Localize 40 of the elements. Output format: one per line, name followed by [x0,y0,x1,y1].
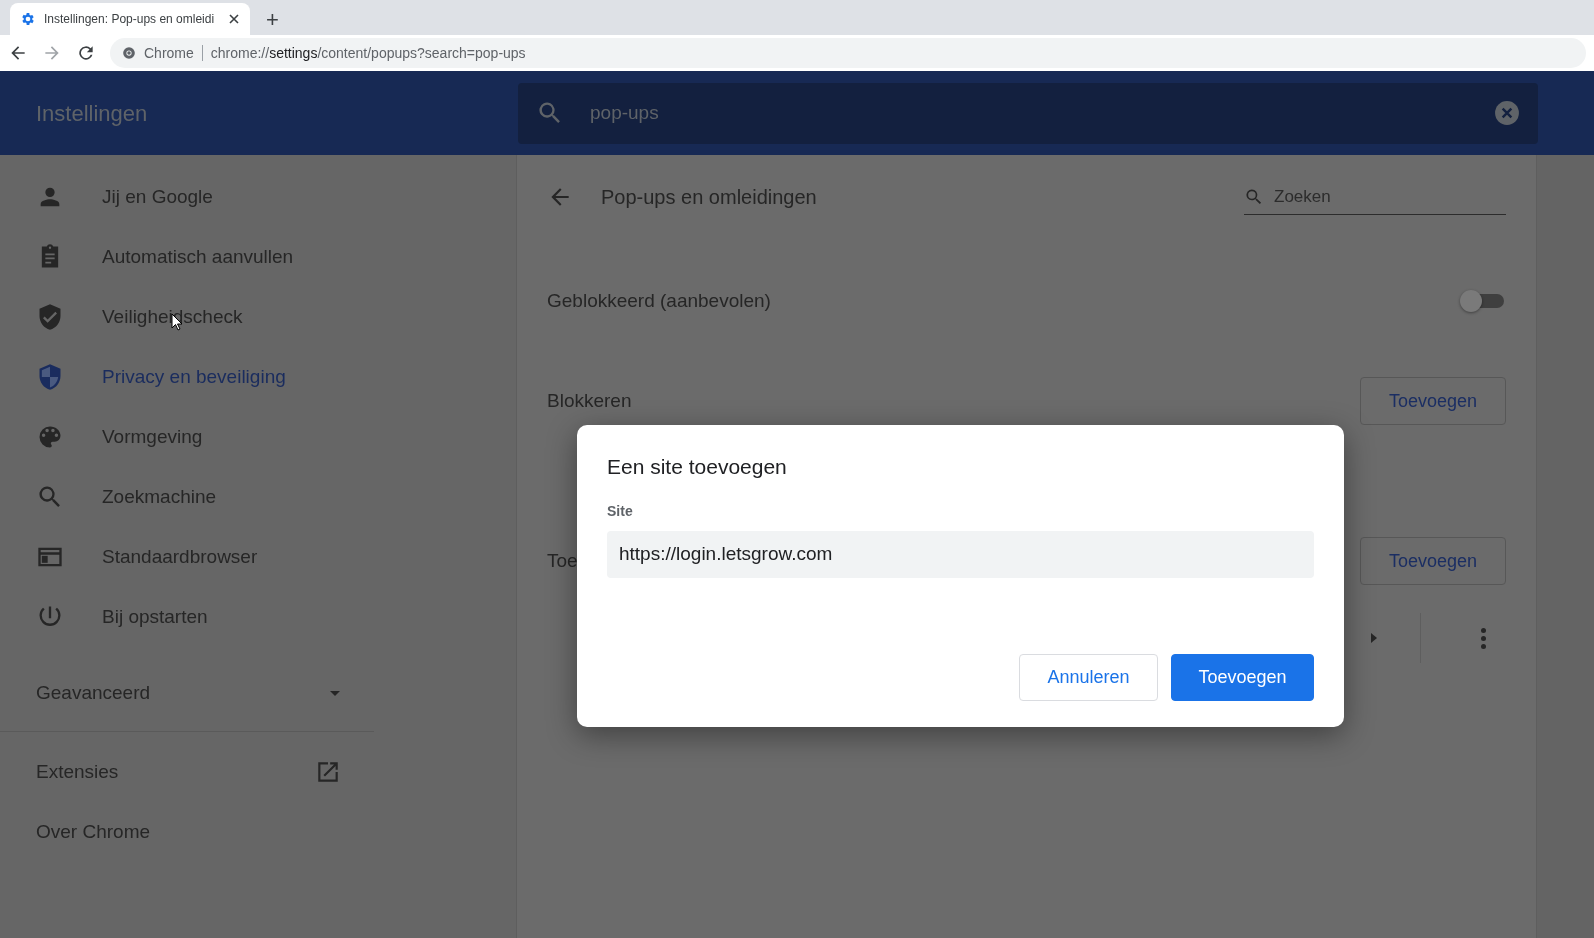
page-title: Instellingen [35,99,149,128]
browser-tab[interactable]: Instellingen: Pop-ups en omleidi [10,3,250,35]
sidebar-item[interactable]: Vormgeving [0,407,516,467]
external-link-icon [315,759,341,785]
sidebar-item[interactable]: Zoekmachine [0,467,516,527]
sidebar-link[interactable]: Extensies [0,742,516,802]
sidebar-item[interactable]: Standaardbrowser [0,527,516,587]
sidebar-item[interactable]: Bij opstarten [0,587,516,647]
add-button[interactable]: Toevoegen [1171,653,1314,701]
sidebar-link[interactable]: Over Chrome [0,802,516,862]
search-field[interactable]: Zoeken [1244,179,1506,215]
chrome-logo-icon [122,46,136,60]
setting-label: Geblokkeerd (aanbevolen) [547,288,771,313]
clear-icon [1494,100,1520,126]
sidebar-item[interactable]: Privacy en beveiliging [0,347,516,407]
section-title: Pop-ups en omleidingen [601,185,818,210]
new-tab-button[interactable]: + [258,9,287,31]
url-text: chrome://settings/content/popups?search=pop-ups [210,43,526,63]
sidebar-item[interactable]: Veiligheidscheck [0,287,516,347]
advanced-toggle[interactable]: Geavanceerd [0,657,516,729]
close-icon [228,13,240,25]
cancel-button[interactable]: Annuleren [1019,653,1158,701]
sidebar-item[interactable]: Jij en Google [0,167,516,227]
section-heading: Blokkeren [547,388,632,413]
dialog-title: Een site toevoegen [607,454,788,480]
sidebar-item[interactable]: Automatisch aanvullen [0,227,516,287]
field-label: Site [607,501,634,521]
add-button[interactable]: Toevoegen [1360,537,1506,585]
toggle-switch[interactable] [1460,290,1506,312]
reload-icon [76,43,96,63]
site-label: Chrome [144,43,194,63]
search-field[interactable]: pop-ups [518,82,1538,144]
search-input[interactable]: Zoeken [1272,182,1502,211]
address-bar[interactable]: Chrome chrome://settings/content/popups?search=pop-ups [110,38,1586,68]
gear-icon [20,11,36,27]
search-input[interactable]: pop-ups [588,97,1470,129]
site-input[interactable]: https://login.letsgrow.com [607,530,1314,578]
more-icon[interactable] [1481,627,1486,649]
section-heading: Toe [547,548,578,573]
add-button[interactable]: Toevoegen [1360,377,1506,425]
